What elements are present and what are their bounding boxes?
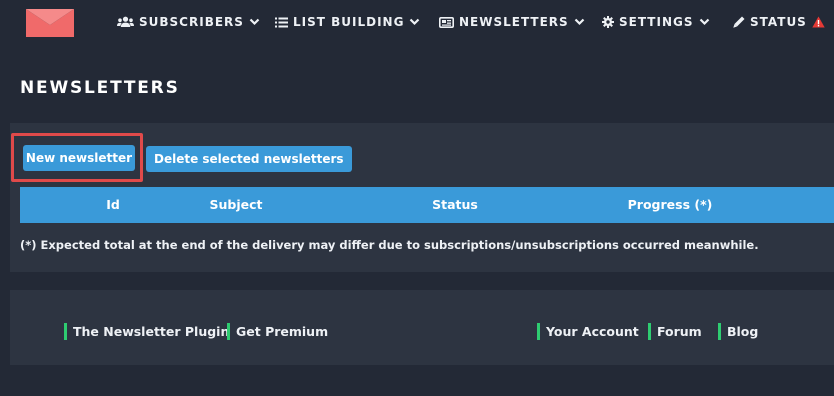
nav-status-label: STATUS (750, 15, 807, 29)
nav-subscribers-label: SUBSCRIBERS (139, 15, 244, 29)
footer-link-blog[interactable]: Blog (718, 323, 758, 340)
footer-link-forum[interactable]: Forum (648, 323, 702, 340)
newspaper-icon (439, 16, 454, 28)
nav-subscribers[interactable]: SUBSCRIBERS (117, 13, 260, 31)
footer-link-get-premium[interactable]: Get Premium (227, 323, 328, 340)
nav-list-building[interactable]: LIST BUILDING (275, 13, 420, 31)
page-title: NEWSLETTERS (20, 78, 180, 98)
footer-link-newsletter-plugin[interactable]: The Newsletter Plugin (64, 323, 229, 340)
new-newsletter-button[interactable]: New newsletter (23, 145, 135, 171)
footer-link-your-account[interactable]: Your Account (537, 323, 639, 340)
nav-newsletters[interactable]: NEWSLETTERS (439, 13, 585, 31)
nav-newsletters-label: NEWSLETTERS (459, 15, 569, 29)
column-header-progress[interactable]: Progress (*) (628, 197, 713, 212)
top-navigation-bar: SUBSCRIBERS LIST BUILDING NEWSLETTERS SE… (0, 0, 834, 44)
nav-status[interactable]: STATUS (733, 13, 825, 31)
gear-icon (602, 16, 614, 28)
chevron-down-icon (574, 18, 584, 26)
newsletters-table-header: Id Subject Status Progress (*) (20, 187, 834, 223)
newsletter-logo-icon[interactable] (26, 9, 74, 37)
delivery-note: (*) Expected total at the end of the del… (20, 238, 759, 252)
pen-icon (733, 16, 745, 28)
chevron-down-icon (249, 18, 260, 26)
column-header-id[interactable]: Id (106, 197, 120, 212)
chevron-down-icon (699, 18, 709, 26)
delete-selected-newsletters-button[interactable]: Delete selected newsletters (146, 146, 352, 172)
column-header-subject[interactable]: Subject (210, 197, 263, 212)
column-header-status[interactable]: Status (432, 197, 478, 212)
list-icon (275, 17, 288, 27)
nav-settings[interactable]: SETTINGS (602, 13, 710, 31)
nav-list-building-label: LIST BUILDING (293, 15, 405, 29)
chevron-down-icon (410, 18, 420, 26)
warning-icon (812, 16, 825, 28)
users-icon (117, 16, 134, 27)
nav-settings-label: SETTINGS (619, 15, 694, 29)
